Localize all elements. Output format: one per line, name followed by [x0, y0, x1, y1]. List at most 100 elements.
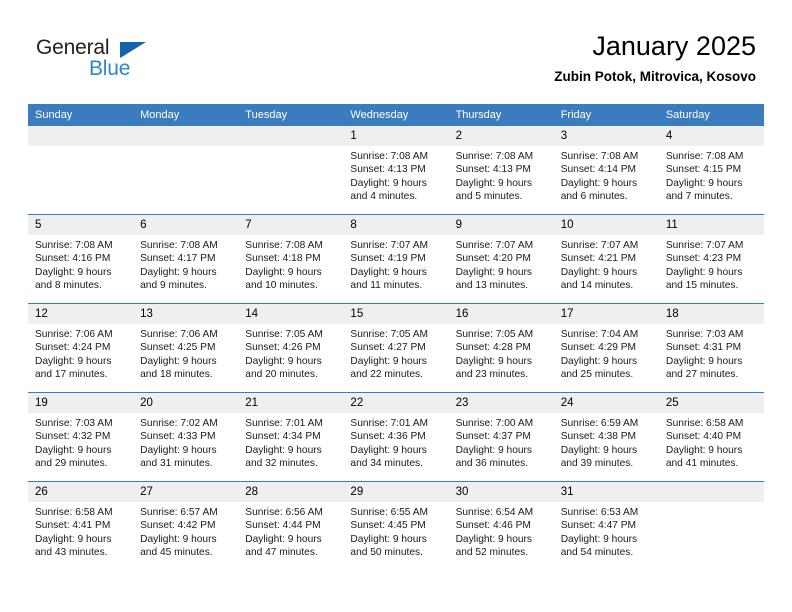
- day-cell-inner: 7 Sunrise: 7:08 AM Sunset: 4:18 PM Daylight…: [238, 215, 344, 303]
- day-cell-inner: [28, 126, 134, 214]
- calendar-day-cell[interactable]: 9 Sunrise: 7:07 AM Sunset: 4:20 PM Daylight…: [448, 214, 554, 304]
- calendar-day-cell[interactable]: 18 Sunrise: 7:03 AM Sunset: 4:31 PM Dayligh…: [658, 303, 764, 393]
- daylight-text-line2: and 10 minutes.: [245, 280, 318, 292]
- day-number: 5: [28, 215, 134, 235]
- calendar-day-cell[interactable]: 31 Sunrise: 6:53 AM Sunset: 4:47 PM Dayligh…: [553, 481, 659, 570]
- calendar-day-cell[interactable]: 13 Sunrise: 7:06 AM Sunset: 4:25 PM Dayligh…: [133, 303, 239, 393]
- calendar-day-cell[interactable]: 15 Sunrise: 7:05 AM Sunset: 4:27 PM Dayligh…: [343, 303, 449, 393]
- calendar-day-cell[interactable]: 2 Sunrise: 7:08 AM Sunset: 4:13 PM Daylight…: [448, 126, 554, 215]
- calendar-day-cell[interactable]: 24 Sunrise: 6:59 AM Sunset: 4:38 PM Dayligh…: [553, 392, 659, 482]
- calendar-day-cell[interactable]: 4 Sunrise: 7:08 AM Sunset: 4:15 PM Daylight…: [658, 126, 764, 215]
- calendar-cell-empty: [28, 126, 134, 215]
- calendar-day-cell[interactable]: 5 Sunrise: 7:08 AM Sunset: 4:16 PM Daylight…: [28, 214, 134, 304]
- calendar-day-cell[interactable]: 3 Sunrise: 7:08 AM Sunset: 4:14 PM Daylight…: [553, 126, 659, 215]
- calendar-day-cell[interactable]: 10 Sunrise: 7:07 AM Sunset: 4:21 PM Dayligh…: [553, 214, 659, 304]
- day-sun-info: Sunrise: 7:07 AM Sunset: 4:19 PM Daylight:…: [343, 235, 448, 293]
- day-number: 29: [343, 482, 449, 502]
- calendar-day-cell[interactable]: 21 Sunrise: 7:01 AM Sunset: 4:34 PM Dayligh…: [238, 392, 344, 482]
- day-cell-inner: [133, 126, 239, 214]
- sunset-text: Sunset: 4:32 PM: [35, 431, 111, 443]
- daylight-text-line1: Daylight: 9 hours: [455, 177, 533, 189]
- day-sun-info: Sunrise: 7:05 AM Sunset: 4:27 PM Daylight:…: [343, 324, 448, 382]
- calendar-day-cell[interactable]: 6 Sunrise: 7:08 AM Sunset: 4:17 PM Daylight…: [133, 214, 239, 304]
- weekday-header-saturday: Saturday: [658, 104, 764, 126]
- sunset-text: Sunset: 4:17 PM: [140, 253, 216, 265]
- daylight-text-line1: Daylight: 9 hours: [455, 266, 533, 278]
- calendar-day-cell[interactable]: 16 Sunrise: 7:05 AM Sunset: 4:28 PM Dayligh…: [448, 303, 554, 393]
- sunrise-text: Sunrise: 7:03 AM: [665, 329, 744, 340]
- calendar-day-cell[interactable]: 27 Sunrise: 6:57 AM Sunset: 4:42 PM Dayligh…: [133, 481, 239, 570]
- day-sun-info: Sunrise: 6:54 AM Sunset: 4:46 PM Daylight:…: [449, 502, 554, 560]
- day-number: 11: [658, 215, 764, 235]
- calendar-day-cell[interactable]: 22 Sunrise: 7:01 AM Sunset: 4:36 PM Dayligh…: [343, 392, 449, 482]
- sunrise-text: Sunrise: 6:53 AM: [560, 507, 639, 518]
- daylight-text-line2: and 17 minutes.: [35, 369, 108, 381]
- day-cell-inner: 20 Sunrise: 7:02 AM Sunset: 4:33 PM Dayligh…: [133, 393, 239, 481]
- daylight-text-line2: and 41 minutes.: [665, 458, 739, 470]
- day-cell-inner: 5 Sunrise: 7:08 AM Sunset: 4:16 PM Daylight…: [28, 215, 134, 303]
- sunrise-text: Sunrise: 7:08 AM: [665, 151, 744, 162]
- calendar-day-cell[interactable]: 12 Sunrise: 7:06 AM Sunset: 4:24 PM Dayligh…: [28, 303, 134, 393]
- calendar-day-cell[interactable]: 30 Sunrise: 6:54 AM Sunset: 4:46 PM Dayligh…: [448, 481, 554, 570]
- day-sun-info: Sunrise: 6:53 AM Sunset: 4:47 PM Daylight:…: [554, 502, 659, 560]
- sunrise-text: Sunrise: 7:07 AM: [350, 240, 429, 251]
- day-number: 8: [343, 215, 449, 235]
- sunset-text: Sunset: 4:14 PM: [560, 164, 637, 176]
- calendar-day-cell[interactable]: 19 Sunrise: 7:03 AM Sunset: 4:32 PM Dayligh…: [28, 392, 134, 482]
- day-sun-info: Sunrise: 7:07 AM Sunset: 4:23 PM Daylight:…: [659, 235, 764, 293]
- calendar-week-row: 5 Sunrise: 7:08 AM Sunset: 4:16 PM Daylight…: [28, 214, 764, 304]
- daylight-text-line2: and 54 minutes.: [560, 547, 634, 559]
- sunrise-text: Sunrise: 7:05 AM: [455, 329, 534, 340]
- calendar-day-cell[interactable]: 26 Sunrise: 6:58 AM Sunset: 4:41 PM Dayligh…: [28, 481, 134, 570]
- calendar-day-cell[interactable]: 20 Sunrise: 7:02 AM Sunset: 4:33 PM Dayligh…: [133, 392, 239, 482]
- sunset-text: Sunset: 4:23 PM: [665, 253, 742, 265]
- daylight-text-line2: and 29 minutes.: [35, 458, 108, 470]
- weekday-header-thursday: Thursday: [448, 104, 554, 126]
- day-number: 21: [238, 393, 344, 413]
- sunset-text: Sunset: 4:41 PM: [35, 520, 111, 532]
- day-cell-inner: 23 Sunrise: 7:00 AM Sunset: 4:37 PM Dayligh…: [448, 393, 554, 481]
- calendar-table: Sunday Monday Tuesday Wednesday Thursday Frid…: [28, 104, 764, 570]
- daylight-text-line1: Daylight: 9 hours: [350, 355, 427, 367]
- calendar-day-cell[interactable]: 14 Sunrise: 7:05 AM Sunset: 4:26 PM Dayligh…: [238, 303, 344, 393]
- calendar-day-cell[interactable]: 28 Sunrise: 6:56 AM Sunset: 4:44 PM Dayligh…: [238, 481, 344, 570]
- day-number: 14: [238, 304, 344, 324]
- day-sun-info: Sunrise: 7:02 AM Sunset: 4:33 PM Daylight:…: [133, 413, 238, 471]
- calendar-day-cell[interactable]: 11 Sunrise: 7:07 AM Sunset: 4:23 PM Dayligh…: [658, 214, 764, 304]
- calendar-day-cell[interactable]: 1 Sunrise: 7:08 AM Sunset: 4:13 PM Daylight…: [343, 126, 449, 215]
- daylight-text-line1: Daylight: 9 hours: [350, 266, 427, 278]
- sunset-text: Sunset: 4:37 PM: [455, 431, 531, 443]
- calendar-day-cell[interactable]: 25 Sunrise: 6:58 AM Sunset: 4:40 PM Dayligh…: [658, 392, 764, 482]
- daylight-text-line1: Daylight: 9 hours: [455, 533, 533, 545]
- day-cell-inner: 1 Sunrise: 7:08 AM Sunset: 4:13 PM Daylight…: [343, 126, 449, 214]
- daylight-text-line2: and 7 minutes.: [665, 191, 733, 203]
- sunset-text: Sunset: 4:25 PM: [140, 342, 216, 354]
- calendar-day-cell[interactable]: 8 Sunrise: 7:07 AM Sunset: 4:19 PM Daylight…: [343, 214, 449, 304]
- day-number: 27: [133, 482, 239, 502]
- day-sun-info: Sunrise: 6:58 AM Sunset: 4:40 PM Daylight:…: [659, 413, 764, 471]
- day-sun-info: Sunrise: 7:01 AM Sunset: 4:34 PM Daylight:…: [238, 413, 343, 471]
- sunset-text: Sunset: 4:31 PM: [665, 342, 742, 354]
- daylight-text-line2: and 4 minutes.: [350, 191, 418, 203]
- calendar-day-cell[interactable]: 29 Sunrise: 6:55 AM Sunset: 4:45 PM Dayligh…: [343, 481, 449, 570]
- day-sun-info: Sunrise: 7:00 AM Sunset: 4:37 PM Daylight:…: [449, 413, 554, 471]
- day-number: 6: [133, 215, 239, 235]
- calendar-day-cell[interactable]: 23 Sunrise: 7:00 AM Sunset: 4:37 PM Dayligh…: [448, 392, 554, 482]
- sunrise-text: Sunrise: 7:00 AM: [455, 418, 534, 429]
- sunset-text: Sunset: 4:47 PM: [560, 520, 637, 532]
- sunset-text: Sunset: 4:24 PM: [35, 342, 111, 354]
- calendar-day-cell[interactable]: 17 Sunrise: 7:04 AM Sunset: 4:29 PM Dayligh…: [553, 303, 659, 393]
- sunrise-text: Sunrise: 6:54 AM: [455, 507, 534, 518]
- day-sun-info: Sunrise: 7:05 AM Sunset: 4:28 PM Daylight:…: [449, 324, 554, 382]
- sunset-text: Sunset: 4:46 PM: [455, 520, 531, 532]
- day-number: 9: [448, 215, 554, 235]
- daylight-text-line1: Daylight: 9 hours: [245, 444, 322, 456]
- day-sun-info: Sunrise: 7:08 AM Sunset: 4:16 PM Daylight:…: [28, 235, 133, 293]
- day-sun-info: Sunrise: 7:08 AM Sunset: 4:14 PM Daylight:…: [554, 146, 659, 204]
- day-cell-inner: 26 Sunrise: 6:58 AM Sunset: 4:41 PM Dayligh…: [28, 482, 134, 570]
- daylight-text-line1: Daylight: 9 hours: [560, 355, 638, 367]
- calendar-day-cell[interactable]: 7 Sunrise: 7:08 AM Sunset: 4:18 PM Daylight…: [238, 214, 344, 304]
- day-number: [238, 126, 344, 146]
- daylight-text-line1: Daylight: 9 hours: [35, 533, 112, 545]
- weekday-header-wednesday: Wednesday: [343, 104, 449, 126]
